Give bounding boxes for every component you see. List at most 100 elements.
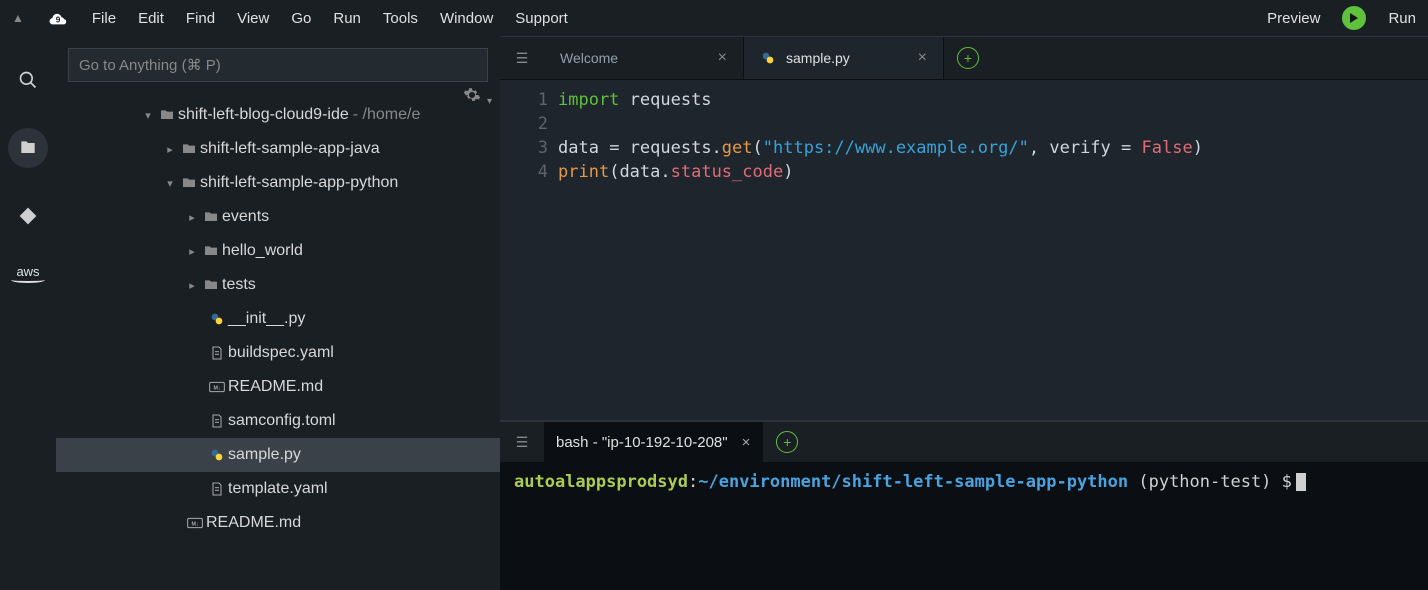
line-gutter: 1 2 3 4 xyxy=(500,80,558,420)
folder-icon xyxy=(200,243,222,259)
chevron-right-icon: ▸ xyxy=(184,279,200,292)
tab-label: bash - "ip-10-192-10-208" xyxy=(556,434,728,451)
tab-menu-icon[interactable]: ☰ xyxy=(500,37,544,79)
folder-icon xyxy=(156,107,178,123)
menu-tools[interactable]: Tools xyxy=(383,10,418,27)
terminal-tabbar: ☰ bash - "ip-10-192-10-208" × + xyxy=(500,422,1428,462)
tab-label: sample.py xyxy=(786,50,850,66)
terminal-menu-icon[interactable]: ☰ xyxy=(500,422,544,462)
tree-item-label: events xyxy=(222,208,269,226)
chevron-right-icon: ▸ xyxy=(184,211,200,224)
run-button[interactable]: Run xyxy=(1388,10,1416,27)
source-control-icon[interactable] xyxy=(8,196,48,236)
tab-welcome[interactable]: Welcome × xyxy=(544,37,744,79)
menu-support[interactable]: Support xyxy=(515,10,568,27)
menu-file[interactable]: File xyxy=(92,10,116,27)
file-icon xyxy=(206,481,228,497)
tree-item-label: shift-left-sample-app-python xyxy=(200,174,398,192)
tree-item-label: __init__.py xyxy=(228,310,305,328)
activity-rail: aws xyxy=(0,36,56,590)
goto-placeholder: Go to Anything (⌘ P) xyxy=(79,56,221,74)
gear-icon[interactable]: ▾ xyxy=(463,86,492,107)
terminal-path: ~/environment/shift-left-sample-app-pyth… xyxy=(698,472,1128,492)
chevron-down-icon: ▾ xyxy=(140,109,156,122)
close-icon[interactable]: × xyxy=(718,49,727,67)
markdown-file-icon: M↓ xyxy=(184,515,206,531)
tree-item-label: shift-left-sample-app-java xyxy=(200,140,380,158)
tree-item-label: README.md xyxy=(228,378,323,396)
tree-file-init[interactable]: __init__.py xyxy=(56,302,500,336)
preview-button[interactable]: Preview xyxy=(1267,10,1320,27)
tree-root-path: - /home/e xyxy=(353,106,421,124)
code-lines[interactable]: import requests data = requests.get("htt… xyxy=(558,80,1203,420)
plus-icon: + xyxy=(957,47,979,69)
tab-sample[interactable]: sample.py × xyxy=(744,37,944,79)
file-icon xyxy=(206,345,228,361)
aws-icon[interactable]: aws xyxy=(8,264,48,283)
tree-root[interactable]: ▾ shift-left-blog-cloud9-ide - /home/e xyxy=(56,98,500,132)
file-explorer-sidebar: Go to Anything (⌘ P) ▾ ▾ shift-left-blog… xyxy=(56,36,500,590)
menu-edit[interactable]: Edit xyxy=(138,10,164,27)
menu-find[interactable]: Find xyxy=(186,10,215,27)
file-tree: ▾ shift-left-blog-cloud9-ide - /home/e ▸… xyxy=(56,90,500,548)
terminal-panel: ☰ bash - "ip-10-192-10-208" × + autoalap… xyxy=(500,420,1428,590)
run-play-icon[interactable] xyxy=(1342,6,1366,30)
tree-item-label: buildspec.yaml xyxy=(228,344,334,362)
editor-tabbar: ☰ Welcome × sample.py × + xyxy=(500,36,1428,80)
chevron-right-icon: ▸ xyxy=(184,245,200,258)
goto-anything-input[interactable]: Go to Anything (⌘ P) xyxy=(68,48,488,82)
tree-folder-events[interactable]: ▸ events xyxy=(56,200,500,234)
tree-folder-hello-world[interactable]: ▸ hello_world xyxy=(56,234,500,268)
tree-item-label: hello_world xyxy=(222,242,303,260)
search-icon[interactable] xyxy=(8,60,48,100)
cloud9-logo-icon[interactable]: 9 xyxy=(46,6,70,30)
tree-folder-java[interactable]: ▸ shift-left-sample-app-java xyxy=(56,132,500,166)
tree-file-samconfig[interactable]: samconfig.toml xyxy=(56,404,500,438)
add-tab-button[interactable]: + xyxy=(944,37,992,79)
terminal-cursor xyxy=(1296,473,1306,491)
menu-window[interactable]: Window xyxy=(440,10,493,27)
menu-view[interactable]: View xyxy=(237,10,269,27)
tree-file-readme-inner[interactable]: M↓ README.md xyxy=(56,370,500,404)
python-file-icon xyxy=(206,311,228,327)
tree-folder-python[interactable]: ▾ shift-left-sample-app-python xyxy=(56,166,500,200)
tree-folder-tests[interactable]: ▸ tests xyxy=(56,268,500,302)
tree-item-label: README.md xyxy=(206,514,301,532)
menu-run[interactable]: Run xyxy=(333,10,361,27)
terminal-user: autoalappsprodsyd xyxy=(514,472,688,492)
tree-item-label: sample.py xyxy=(228,446,301,464)
markdown-file-icon: M↓ xyxy=(206,379,228,395)
folder-icon xyxy=(200,277,222,293)
python-file-icon xyxy=(206,447,228,463)
file-icon xyxy=(206,413,228,429)
python-file-icon xyxy=(760,50,776,66)
terminal-tab-bash[interactable]: bash - "ip-10-192-10-208" × xyxy=(544,422,763,462)
collapse-icon[interactable]: ▲ xyxy=(12,11,24,25)
add-terminal-tab-button[interactable]: + xyxy=(763,422,811,462)
terminal-branch: (python-test) xyxy=(1128,472,1282,492)
menu-go[interactable]: Go xyxy=(291,10,311,27)
terminal-body[interactable]: autoalappsprodsyd:~/environment/shift-le… xyxy=(500,462,1428,590)
close-icon[interactable]: × xyxy=(918,49,927,67)
close-icon[interactable]: × xyxy=(742,434,751,451)
chevron-down-icon: ▾ xyxy=(162,177,178,190)
plus-icon: + xyxy=(776,431,798,453)
chevron-right-icon: ▸ xyxy=(162,143,178,156)
editor-area: ☰ Welcome × sample.py × + 1 2 3 4 imp xyxy=(500,36,1428,590)
code-editor[interactable]: 1 2 3 4 import requests data = requests.… xyxy=(500,80,1428,420)
tree-item-label: template.yaml xyxy=(228,480,328,498)
terminal-prompt-symbol: $ xyxy=(1282,472,1292,492)
tree-item-label: tests xyxy=(222,276,256,294)
tree-root-label: shift-left-blog-cloud9-ide xyxy=(178,106,349,124)
svg-text:M↓: M↓ xyxy=(213,386,220,392)
tree-file-template[interactable]: template.yaml xyxy=(56,472,500,506)
tree-file-readme-root[interactable]: M↓ README.md xyxy=(56,506,500,540)
tab-label: Welcome xyxy=(560,50,618,66)
tree-file-sample[interactable]: sample.py xyxy=(56,438,500,472)
tree-file-buildspec[interactable]: buildspec.yaml xyxy=(56,336,500,370)
menubar: ▲ 9 File Edit Find View Go Run Tools Win… xyxy=(0,0,1428,36)
folder-icon xyxy=(178,175,200,191)
explorer-icon[interactable] xyxy=(8,128,48,168)
tree-item-label: samconfig.toml xyxy=(228,412,336,430)
folder-icon xyxy=(200,209,222,225)
